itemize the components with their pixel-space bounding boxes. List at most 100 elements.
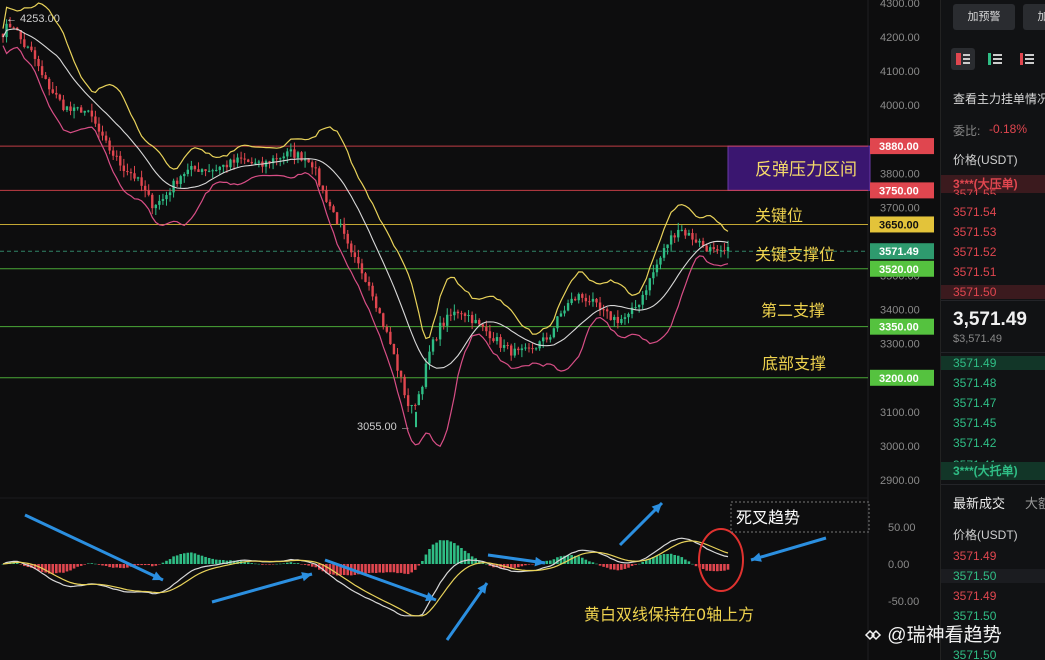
- macd-bar: [669, 553, 673, 564]
- macd-bar: [150, 564, 154, 567]
- macd-bar: [641, 562, 645, 564]
- macd-bar: [513, 564, 517, 568]
- ask-row[interactable]: 3571.50: [941, 285, 1045, 299]
- ask-row[interactable]: 3571.54: [953, 205, 996, 219]
- candle-body: [101, 131, 104, 136]
- candle-body: [55, 92, 58, 95]
- arrow-4: [445, 582, 489, 641]
- bid-row[interactable]: 3571.49: [941, 356, 1045, 370]
- candle-body: [424, 363, 428, 387]
- ask-row[interactable]: 3571.55: [953, 187, 996, 195]
- price-tick-label: 4000.00: [880, 100, 920, 112]
- bid-row[interactable]: 3571.48: [953, 376, 996, 390]
- macd-bar: [705, 564, 708, 571]
- candle-body: [314, 167, 317, 169]
- add-alert-button[interactable]: 加预警: [953, 4, 1015, 30]
- macd-bar: [410, 564, 414, 573]
- bid-row[interactable]: 3571.42: [953, 436, 996, 450]
- candle-body: [190, 166, 193, 170]
- candle-body: [403, 376, 406, 396]
- macd-bar: [428, 549, 431, 564]
- candle-body: [666, 244, 669, 249]
- candle-body: [726, 247, 730, 251]
- candle-body: [520, 348, 524, 351]
- candle-body: [87, 110, 90, 112]
- macd-bar: [94, 563, 97, 565]
- bid-row[interactable]: 3571.45: [953, 416, 996, 430]
- tab-latest-trades[interactable]: 最新成交: [953, 493, 1005, 512]
- macd-bar: [634, 564, 637, 565]
- macd-bar: [545, 560, 549, 564]
- ask-row[interactable]: 3571.52: [953, 245, 996, 259]
- macd-bar: [399, 564, 403, 573]
- candle-body: [318, 168, 321, 186]
- candle-body: [48, 78, 51, 90]
- macd-bar: [97, 564, 101, 565]
- candle-body: [677, 229, 680, 238]
- macd-bar: [644, 560, 648, 564]
- macd-bar: [211, 558, 214, 564]
- macd-bar: [154, 564, 158, 566]
- macd-bar: [662, 554, 666, 564]
- macd-bar: [719, 564, 723, 571]
- price-chart[interactable]: 4300.00 4200.00 4100.00 4000.00 3800.00 3700.…: [0, 0, 940, 660]
- candle-body: [659, 257, 662, 265]
- ask-row[interactable]: 3571.51: [953, 265, 996, 279]
- candle-body: [709, 247, 712, 252]
- candle-body: [602, 309, 605, 311]
- layout-both-icon[interactable]: [951, 48, 975, 70]
- macd-bar: [616, 564, 620, 571]
- macd-bar: [584, 559, 588, 564]
- macd-bar: [673, 555, 676, 564]
- macd-bar: [666, 554, 669, 564]
- level-price-label: 3350.00: [879, 322, 919, 334]
- layout-asks-icon[interactable]: [1015, 48, 1039, 70]
- macd-bar: [264, 564, 268, 565]
- candle-body: [215, 169, 218, 171]
- candle-body: [350, 243, 353, 253]
- candle-body: [339, 223, 342, 225]
- candle-body: [79, 107, 83, 113]
- macd-bar: [467, 553, 470, 564]
- macd-bar: [250, 563, 254, 564]
- layout-bids-icon[interactable]: [983, 48, 1007, 70]
- next-tool-button[interactable]: 加: [1023, 4, 1045, 30]
- macd-bar: [435, 542, 438, 564]
- candle-body: [12, 27, 15, 29]
- macd-bar: [630, 564, 634, 566]
- macd-bar: [179, 554, 182, 564]
- candle-body: [552, 328, 556, 338]
- tab-large-trades[interactable]: 大额: [1025, 493, 1045, 512]
- macd-bar: [72, 564, 76, 569]
- candle-body: [296, 152, 300, 158]
- candle-body: [328, 201, 332, 207]
- macd-bar: [165, 560, 168, 564]
- watermark: @瑞神看趋势: [862, 620, 1002, 647]
- ask-row[interactable]: 3571.53: [953, 225, 996, 239]
- macd-bar: [246, 562, 250, 564]
- candle-body: [275, 158, 278, 160]
- candle-body: [392, 343, 396, 355]
- macd-bar: [424, 554, 428, 564]
- price-tick-label: 2900.00: [880, 475, 920, 487]
- candle-body: [534, 348, 538, 350]
- macd-bar: [403, 564, 406, 574]
- bid-row[interactable]: 3571.47: [953, 396, 996, 410]
- candle-body: [652, 272, 655, 279]
- lower-band-line: [2, 45, 729, 448]
- candle-body: [595, 298, 598, 303]
- macd-bar: [261, 564, 264, 565]
- candle-body: [186, 169, 190, 174]
- candle-body: [293, 149, 296, 158]
- candle-body: [161, 199, 165, 201]
- candle-body: [723, 250, 726, 252]
- candle-body: [247, 159, 250, 162]
- trade-row: 3571.50: [941, 569, 1045, 583]
- candle-body: [588, 301, 591, 303]
- candle-body: [218, 166, 221, 170]
- macd-bar: [140, 564, 143, 566]
- candle-body: [467, 315, 470, 317]
- last-price: 3,571.49: [953, 309, 1027, 330]
- macd-bar: [524, 564, 527, 566]
- candle-body: [502, 345, 506, 348]
